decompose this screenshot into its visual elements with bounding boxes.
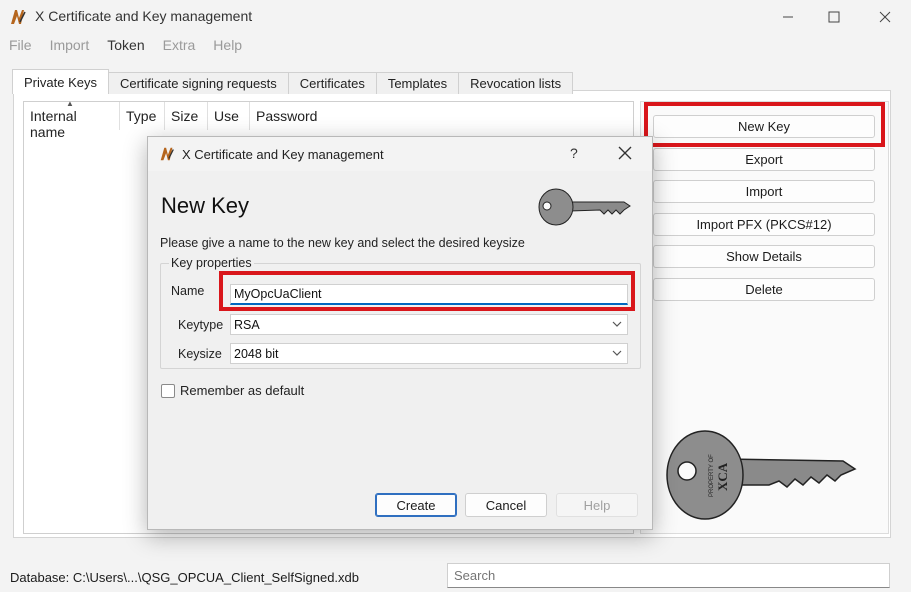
import-pfx-button[interactable]: Import PFX (PKCS#12) xyxy=(653,213,875,236)
tab-certificate-signing-requests[interactable]: Certificate signing requests xyxy=(107,72,289,94)
menu-help[interactable]: Help xyxy=(204,35,251,57)
keytype-label: Keytype xyxy=(178,318,224,332)
column-label: Type xyxy=(126,108,157,124)
menu-import[interactable]: Import xyxy=(41,35,99,57)
search-input[interactable] xyxy=(447,563,890,588)
delete-button[interactable]: Delete xyxy=(653,278,875,301)
sort-up-icon: ▲ xyxy=(66,99,74,108)
keysize-value: 2048 bit xyxy=(234,347,279,361)
new-key-highlight xyxy=(644,102,885,147)
database-path: Database: C:\Users\...\QSG_OPCUA_Client_… xyxy=(10,570,359,585)
column-label: Password xyxy=(256,108,318,124)
show-details-button[interactable]: Show Details xyxy=(653,245,875,268)
key-icon xyxy=(538,188,631,226)
dialog-description: Please give a name to the new key and se… xyxy=(160,236,525,250)
import-button[interactable]: Import xyxy=(653,180,875,203)
close-button[interactable] xyxy=(862,0,908,33)
maximize-icon xyxy=(828,11,840,22)
chevron-down-icon xyxy=(612,321,622,327)
column-use[interactable]: Use xyxy=(208,102,250,130)
xca-app-icon xyxy=(11,10,26,24)
chevron-down-icon xyxy=(612,350,622,356)
remember-as-default-checkbox[interactable] xyxy=(161,384,175,398)
key-properties-title: Key properties xyxy=(169,256,254,270)
tab-certificates[interactable]: Certificates xyxy=(287,72,377,94)
menu-extra[interactable]: Extra xyxy=(154,35,205,57)
export-button[interactable]: Export xyxy=(653,148,875,171)
keysize-label: Keysize xyxy=(178,347,222,361)
keytype-value: RSA xyxy=(234,318,260,332)
cancel-button[interactable]: Cancel xyxy=(465,493,547,517)
list-header: ▲ Internal name Type Size Use Password xyxy=(24,99,320,140)
minimize-button[interactable] xyxy=(765,0,811,33)
name-label: Name xyxy=(171,284,205,298)
xca-key-logo-icon: PROPERTY OF XCA xyxy=(666,430,857,520)
dialog-title-bar: X Certificate and Key management ? xyxy=(148,137,652,171)
close-icon xyxy=(879,11,891,22)
title-bar: X Certificate and Key management xyxy=(0,0,911,33)
dialog-help-button[interactable]: ? xyxy=(570,145,578,161)
keysize-select[interactable]: 2048 bit xyxy=(230,343,628,364)
menu-bar: File Import Token Extra Help xyxy=(0,35,251,57)
keytype-select[interactable]: RSA xyxy=(230,314,628,335)
menu-token[interactable]: Token xyxy=(98,35,153,57)
window-title: X Certificate and Key management xyxy=(35,8,253,24)
column-type[interactable]: Type xyxy=(120,102,165,130)
maximize-button[interactable] xyxy=(811,0,857,33)
tab-bar: Private Keys Certificate signing request… xyxy=(12,69,574,94)
tab-private-keys[interactable]: Private Keys xyxy=(12,69,109,94)
dialog-close-icon[interactable] xyxy=(618,146,632,160)
tab-templates[interactable]: Templates xyxy=(375,72,460,94)
minimize-icon xyxy=(783,16,793,17)
tab-revocation-lists[interactable]: Revocation lists xyxy=(458,72,574,94)
column-size[interactable]: Size xyxy=(165,102,208,130)
remember-as-default-label[interactable]: Remember as default xyxy=(180,383,304,398)
column-internal-name[interactable]: ▲ Internal name xyxy=(24,99,120,140)
new-key-dialog: X Certificate and Key management ? New K… xyxy=(147,136,653,530)
create-button[interactable]: Create xyxy=(375,493,457,517)
column-label: Internal name xyxy=(30,108,77,140)
name-field-highlight xyxy=(219,271,635,311)
column-label: Use xyxy=(214,108,239,124)
dialog-title: X Certificate and Key management xyxy=(182,147,384,162)
xca-app-icon xyxy=(160,147,174,161)
dialog-heading: New Key xyxy=(161,193,250,218)
help-button: Help xyxy=(556,493,638,517)
menu-file[interactable]: File xyxy=(0,35,41,57)
column-label: Size xyxy=(171,108,199,124)
key-logo-xca-text: XCA xyxy=(715,462,730,491)
column-password[interactable]: Password xyxy=(250,102,320,130)
